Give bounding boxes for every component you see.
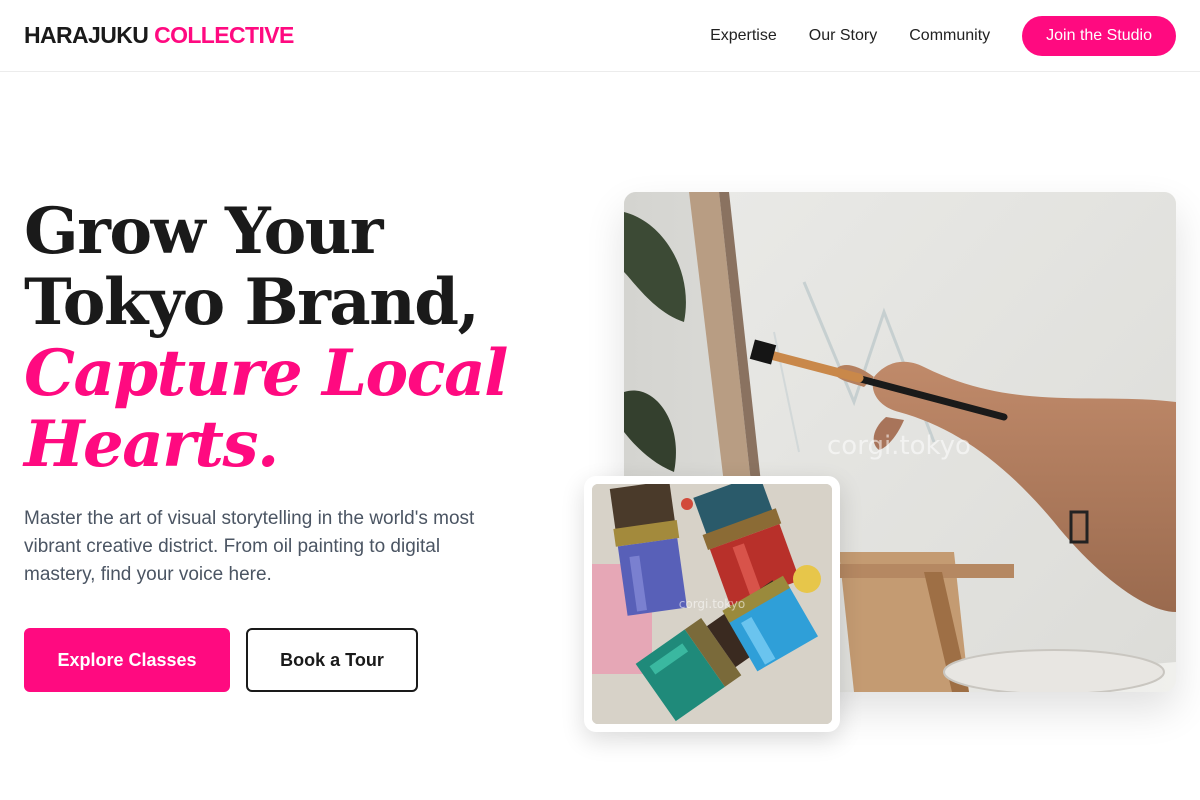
main-nav: Expertise Our Story Community Join the S… bbox=[710, 15, 1176, 56]
nav-link-expertise[interactable]: Expertise bbox=[710, 27, 777, 45]
nav-link-our-story[interactable]: Our Story bbox=[809, 27, 877, 45]
logo-text-accent: COLLECTIVE bbox=[154, 22, 294, 48]
hero-description: Master the art of visual storytelling in… bbox=[24, 508, 475, 585]
headline-line-2: Tokyo Brand, bbox=[24, 265, 480, 340]
hero-headline: Grow Your Tokyo Brand, Capture Local Hea… bbox=[24, 196, 584, 480]
inset-image-watermark: corgi.tokyo bbox=[679, 597, 745, 611]
logo-text-primary: HARAJUKU bbox=[24, 22, 149, 48]
nav-link-community[interactable]: Community bbox=[909, 27, 990, 45]
brand-logo[interactable]: HARAJUKU COLLECTIVE bbox=[24, 22, 294, 49]
brushes-illustration: corgi.tokyo bbox=[592, 484, 832, 724]
join-studio-button[interactable]: Join the Studio bbox=[1022, 15, 1176, 56]
site-header: HARAJUKU COLLECTIVE Expertise Our Story … bbox=[0, 0, 1200, 72]
headline-accent-line-1: Capture Local bbox=[24, 336, 508, 411]
inset-brushes-card: corgi.tokyo bbox=[584, 476, 840, 732]
inset-brushes-image: corgi.tokyo bbox=[592, 484, 832, 724]
main-image-watermark: corgi.tokyo bbox=[827, 431, 971, 461]
explore-classes-button[interactable]: Explore Classes bbox=[24, 628, 230, 692]
headline-accent-line-2: Hearts. bbox=[24, 407, 279, 482]
book-tour-button[interactable]: Book a Tour bbox=[246, 628, 418, 692]
headline-line-1: Grow Your bbox=[24, 194, 384, 269]
